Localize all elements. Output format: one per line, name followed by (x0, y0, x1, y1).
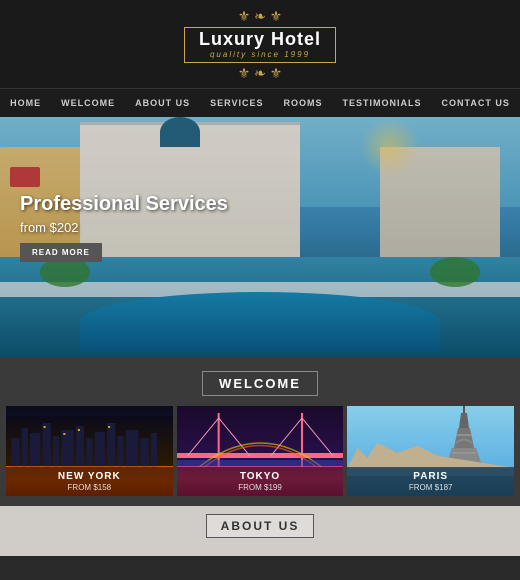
new-york-name: NEW YORK (12, 471, 167, 482)
hero-title: Professional Services (20, 192, 228, 216)
hero-section: Professional Services from $202 READ MOR… (0, 117, 520, 357)
nav-item-services[interactable]: SERVICES (200, 89, 273, 117)
welcome-section: WELCOME (0, 357, 520, 506)
paris-name: PARIS (353, 471, 508, 482)
main-navigation: HOME WELCOME ABOUT US SERVICES ROOMS TES… (0, 89, 520, 117)
tokyo-overlay: TOKYO FROM $199 (177, 467, 344, 496)
ny-skyline-icon (6, 418, 173, 468)
ornament-bottom-icon: ⚜ ❧ ⚜ (0, 65, 520, 82)
nav-item-home[interactable]: HOME (0, 89, 51, 117)
city-card-paris[interactable]: PARIS FROM $187 (347, 406, 514, 496)
ornament-top-icon: ⚜ ❧ ⚜ (0, 8, 520, 25)
nav-item-contact[interactable]: CONTACT US (432, 89, 520, 117)
logo-subtitle: quality since 1999 (199, 50, 321, 59)
tokyo-bridge-icon (177, 408, 344, 468)
paris-overlay: PARIS FROM $187 (347, 467, 514, 496)
hero-content: Professional Services from $202 READ MOR… (20, 192, 228, 262)
about-title: ABOUT US (206, 514, 315, 538)
nav-item-rooms[interactable]: ROOMS (274, 89, 333, 117)
read-more-button[interactable]: READ MORE (20, 243, 102, 262)
city-card-new-york[interactable]: NEW YORK FROM $158 (6, 406, 173, 496)
new-york-overlay: NEW YORK FROM $158 (6, 467, 173, 496)
logo-container: Luxury Hotel quality since 1999 (184, 27, 336, 63)
logo-title: Luxury Hotel (199, 30, 321, 50)
nav-item-about[interactable]: ABOUT US (125, 89, 200, 117)
tokyo-price: FROM $199 (183, 483, 338, 492)
new-york-price: FROM $158 (12, 483, 167, 492)
city-cards-container: NEW YORK FROM $158 (0, 406, 520, 496)
site-header: ⚜ ❧ ⚜ Luxury Hotel quality since 1999 ⚜ … (0, 0, 520, 89)
nav-item-testimonials[interactable]: TESTIMONIALS (333, 89, 432, 117)
about-section: ABOUT US (0, 506, 520, 556)
city-card-tokyo[interactable]: TOKYO FROM $199 (177, 406, 344, 496)
nav-item-welcome[interactable]: WELCOME (51, 89, 125, 117)
welcome-title: WELCOME (202, 371, 318, 396)
tokyo-name: TOKYO (183, 471, 338, 482)
paris-price: FROM $187 (353, 483, 508, 492)
hero-price: from $202 (20, 220, 228, 235)
